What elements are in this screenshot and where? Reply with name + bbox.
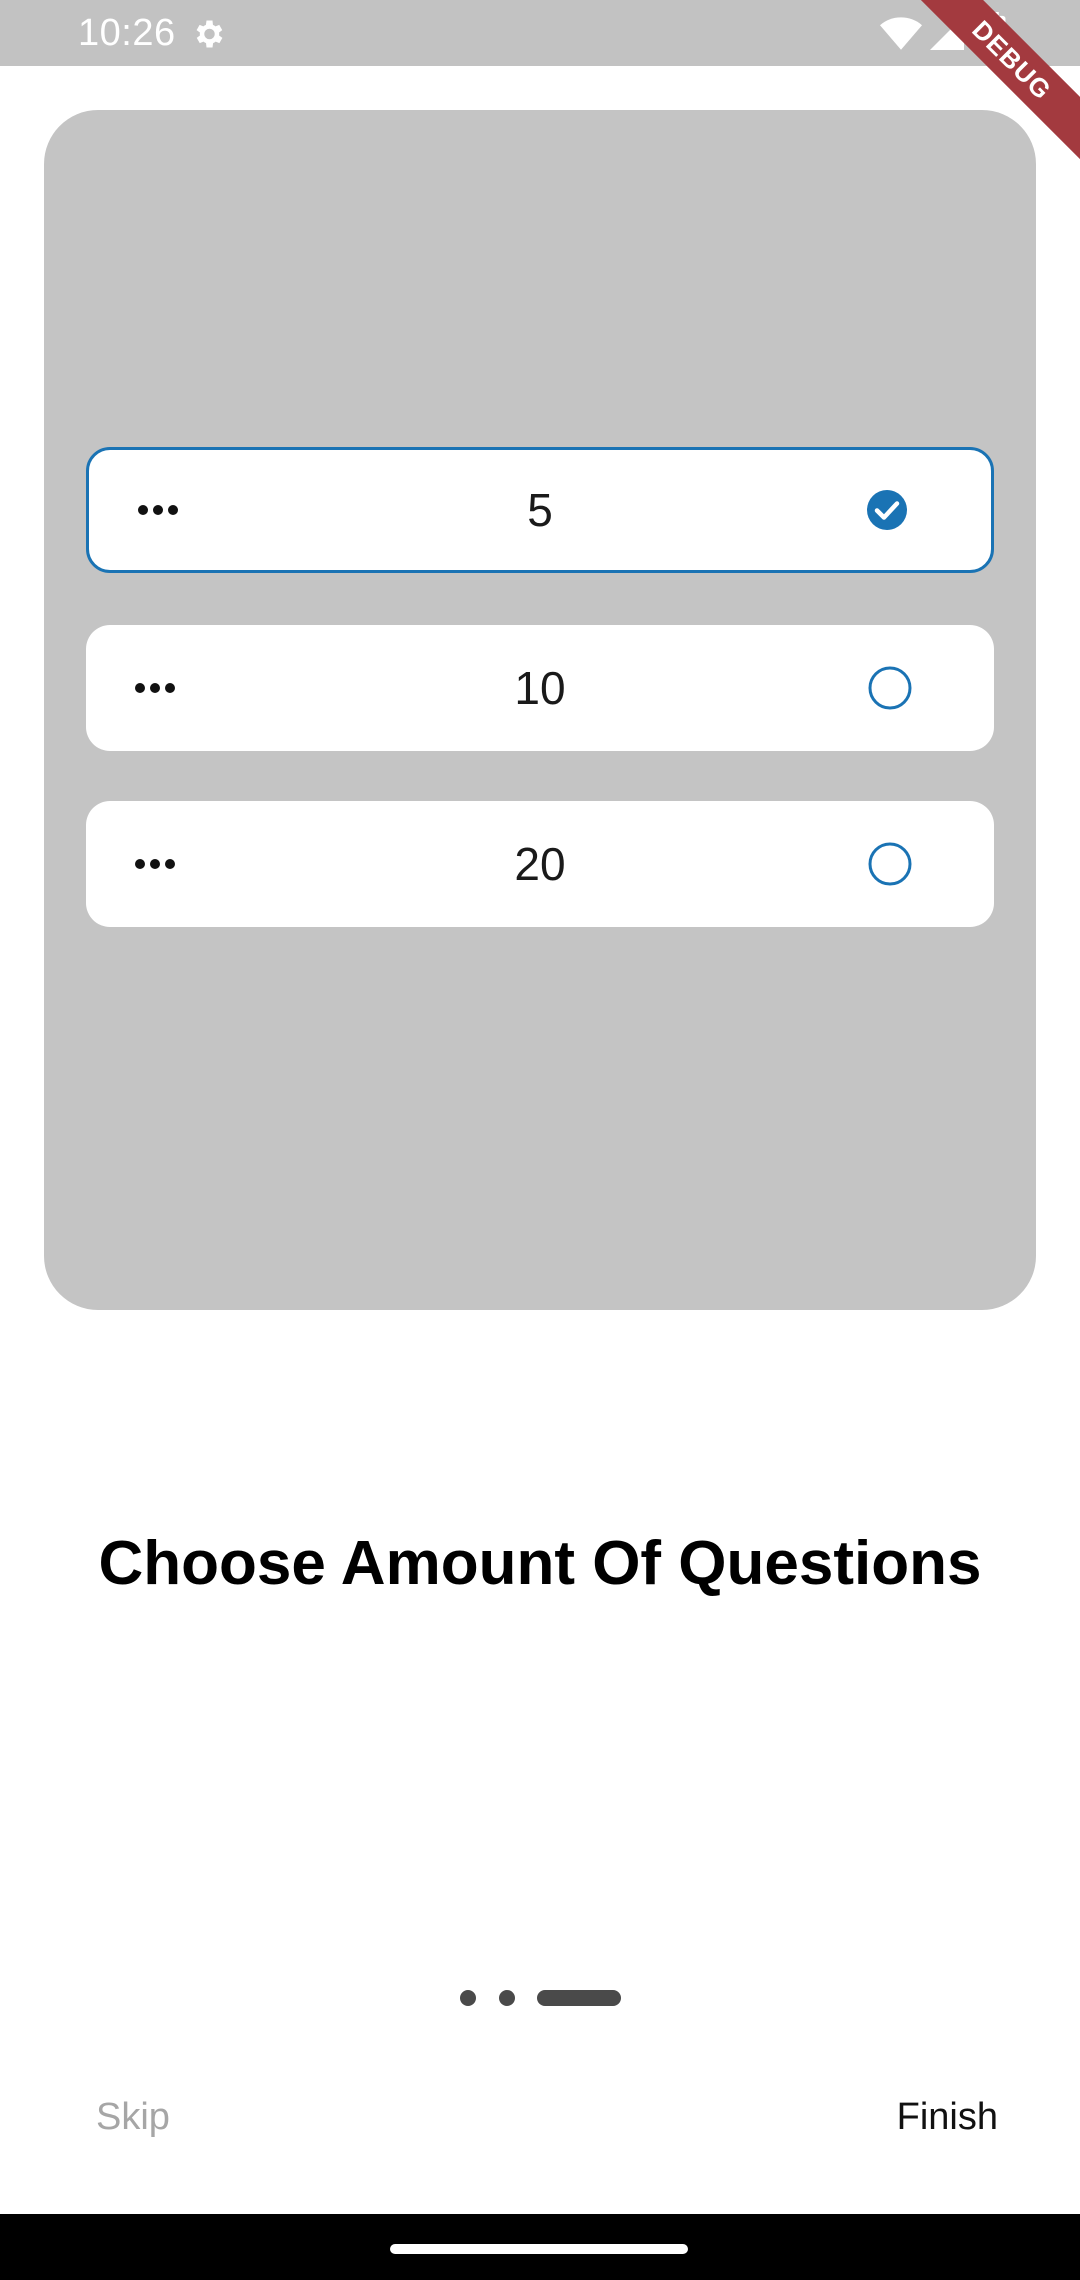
option-20[interactable]: 20 <box>86 801 994 927</box>
finish-button[interactable]: Finish <box>897 2096 998 2139</box>
skip-button[interactable]: Skip <box>96 2096 170 2139</box>
gear-icon <box>196 20 223 48</box>
option-5[interactable]: 5 <box>86 447 994 573</box>
status-time: 10:26 <box>78 12 176 54</box>
home-handle[interactable] <box>390 2244 688 2254</box>
page-indicator-dot <box>460 1990 476 2006</box>
page-title: Choose Amount Of Questions <box>98 1529 982 1598</box>
navigation-bar <box>0 2214 1080 2280</box>
radio-empty-icon <box>868 666 912 710</box>
page-indicator-active <box>537 1990 621 2006</box>
battery-icon <box>982 12 1006 54</box>
onboarding-screen: 10:26 DEBUG 5 10 20 Choose Amount Of Que… <box>0 0 1080 2280</box>
radio-empty-icon <box>868 842 912 886</box>
option-value: 20 <box>514 838 566 890</box>
option-10[interactable]: 10 <box>86 625 994 751</box>
signal-icon <box>930 16 964 50</box>
illustration-card: 5 10 20 <box>44 110 1036 1310</box>
status-bar: 10:26 <box>0 0 1080 66</box>
check-circle-icon <box>867 490 907 530</box>
page-indicator-dot <box>499 1990 515 2006</box>
wifi-icon <box>880 17 922 50</box>
option-value: 10 <box>514 662 566 714</box>
option-value: 5 <box>527 484 553 536</box>
